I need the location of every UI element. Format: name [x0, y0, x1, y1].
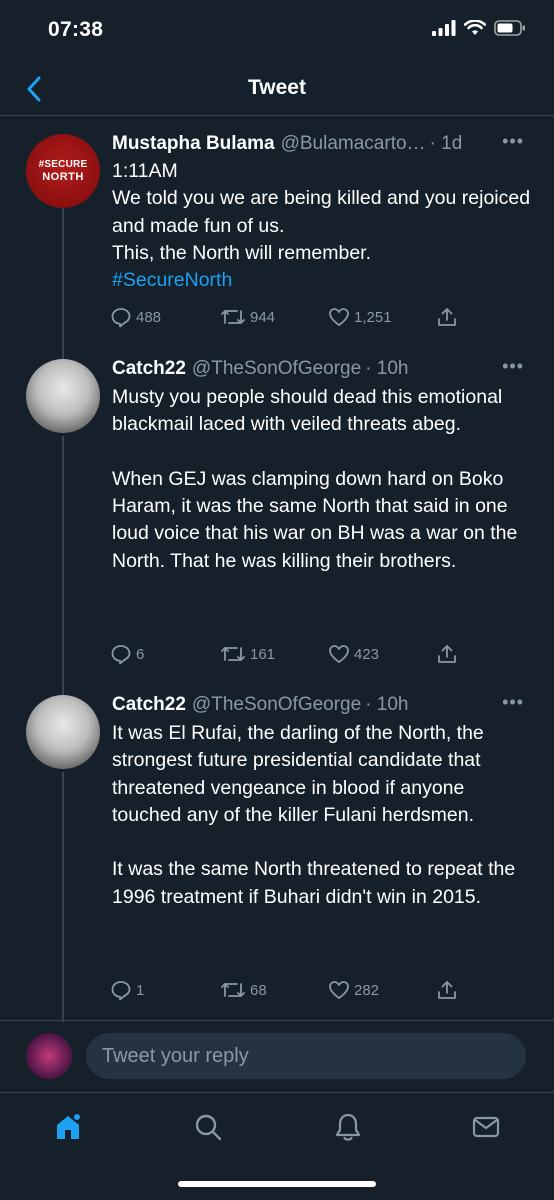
avatar[interactable] [26, 359, 100, 433]
retweet-button[interactable]: 944 [220, 306, 275, 328]
retweet-button[interactable]: 161 [220, 643, 275, 665]
tweet-time: · 1d [429, 133, 463, 154]
reply-icon [111, 308, 131, 328]
thread-line [62, 208, 64, 360]
battery-icon [494, 20, 525, 36]
author-handle[interactable]: @Bulamacarto… [281, 133, 426, 155]
share-icon [438, 308, 456, 326]
heart-icon [329, 645, 349, 663]
reply-placeholder: Tweet your reply [102, 1044, 249, 1067]
tweet-time: · 10h [365, 358, 409, 379]
thread-line [62, 436, 64, 696]
home-indicator [178, 1181, 376, 1187]
like-button[interactable]: 1,251 [328, 306, 392, 328]
bell-icon [335, 1113, 361, 1141]
reply-input[interactable]: Tweet your reply [86, 1033, 526, 1079]
tab-notifications[interactable] [328, 1107, 368, 1147]
mail-icon [472, 1116, 500, 1138]
tab-search[interactable] [188, 1107, 228, 1147]
heart-icon [329, 308, 349, 326]
author-handle[interactable]: @TheSonOfGeorge [192, 358, 361, 380]
hashtag-link[interactable]: #SecureNorth [112, 267, 532, 294]
thread-line [62, 772, 64, 1022]
user-avatar[interactable] [26, 1033, 72, 1079]
share-icon [438, 981, 456, 999]
more-icon[interactable]: ••• [502, 692, 524, 713]
reply-icon [111, 645, 131, 665]
tweet-text: It was El Rufai, the darling of the Nort… [112, 720, 532, 911]
retweet-icon [221, 983, 245, 997]
reply-button[interactable]: 6 [110, 643, 144, 665]
tweet-header-line: Catch22 @TheSonOfGeorge · 10h [112, 356, 534, 382]
page-title: Tweet [248, 76, 306, 99]
tweet-actions: 1 68 282 [110, 979, 470, 1005]
share-button[interactable] [436, 979, 458, 1001]
share-icon [438, 645, 456, 663]
status-icons [432, 20, 526, 36]
tweet-text: 1:11AM We told you we are being killed a… [112, 158, 532, 294]
author-handle[interactable]: @TheSonOfGeorge [192, 694, 361, 716]
tweet-text: Musty you people should dead this emotio… [112, 384, 532, 575]
tab-messages[interactable] [466, 1107, 506, 1147]
retweet-icon [221, 310, 245, 324]
reply-button[interactable]: 1 [110, 979, 144, 1001]
author-name[interactable]: Catch22 [112, 358, 186, 380]
tweet-body-text: 1:11AM We told you we are being killed a… [112, 160, 531, 264]
more-icon[interactable]: ••• [502, 356, 524, 377]
more-icon[interactable]: ••• [502, 131, 524, 152]
status-bar: 07:38 [0, 0, 554, 64]
reply-icon [111, 981, 131, 1001]
avatar[interactable]: #SECURE NORTH [26, 134, 100, 208]
tweet-body-text: Musty you people should dead this emotio… [112, 386, 518, 572]
reply-bar: Tweet your reply [0, 1020, 554, 1090]
tab-home[interactable] [48, 1107, 88, 1147]
search-icon [195, 1114, 222, 1141]
tweet-header-line: Catch22 @TheSonOfGeorge · 10h [112, 692, 534, 718]
wifi-icon [464, 20, 486, 35]
tweet-actions: 6 161 423 [110, 643, 470, 669]
tweet-body-text: It was El Rufai, the darling of the Nort… [112, 722, 516, 908]
like-button[interactable]: 282 [328, 979, 379, 1001]
reply-button[interactable]: 488 [110, 306, 161, 328]
share-button[interactable] [436, 643, 458, 665]
tweet-actions: 488 944 1,251 [110, 306, 470, 332]
heart-icon [329, 981, 349, 999]
home-icon [57, 1112, 82, 1139]
tweet-time: · 10h [365, 694, 409, 715]
like-button[interactable]: 423 [328, 643, 379, 665]
author-name[interactable]: Mustapha Bulama [112, 133, 275, 155]
tweet-header: Tweet [0, 64, 554, 116]
signal-icon [432, 20, 456, 36]
share-button[interactable] [436, 306, 458, 328]
retweet-icon [221, 647, 245, 661]
author-name[interactable]: Catch22 [112, 694, 186, 716]
tweet-header-line: Mustapha Bulama @Bulamacarto… · 1d [112, 131, 534, 157]
avatar[interactable] [26, 695, 100, 769]
status-time: 07:38 [48, 18, 104, 41]
retweet-button[interactable]: 68 [220, 979, 267, 1001]
